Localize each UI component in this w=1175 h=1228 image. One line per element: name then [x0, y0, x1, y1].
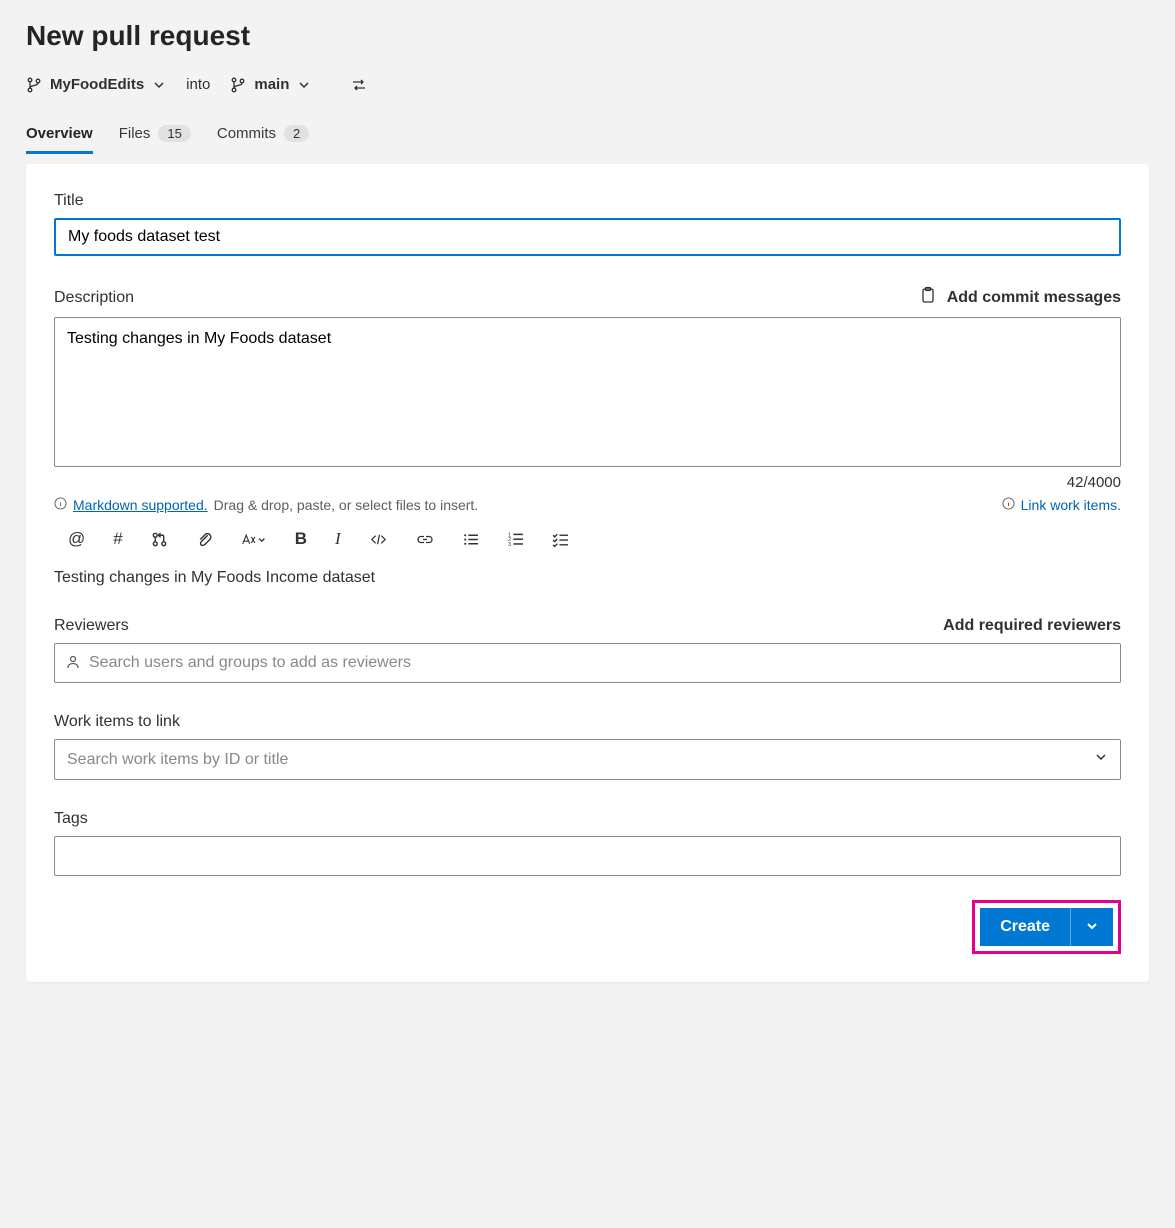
tags-input[interactable] — [54, 836, 1121, 876]
link-work-items-link[interactable]: Link work items. — [1021, 497, 1121, 513]
text-style-icon[interactable] — [241, 531, 267, 548]
svg-text:3: 3 — [508, 541, 511, 547]
clipboard-icon — [919, 286, 937, 309]
title-input[interactable] — [54, 218, 1121, 256]
info-icon — [1002, 497, 1015, 513]
tags-label: Tags — [54, 810, 1121, 828]
work-items-label: Work items to link — [54, 713, 1121, 731]
work-items-placeholder: Search work items by ID or title — [67, 751, 288, 769]
swap-branches-icon[interactable] — [351, 77, 367, 93]
drag-drop-hint: Drag & drop, paste, or select files to i… — [214, 497, 479, 513]
chevron-down-icon — [1094, 750, 1108, 769]
branch-icon — [230, 77, 246, 93]
pr-form-card: Title Description Add commit messages 42… — [26, 164, 1149, 982]
target-branch-picker[interactable]: main — [230, 76, 311, 93]
tab-files[interactable]: Files 15 — [119, 117, 191, 154]
pull-request-icon[interactable] — [151, 531, 168, 548]
description-preview: Testing changes in My Foods Income datas… — [54, 569, 1121, 587]
chevron-down-icon — [1085, 919, 1099, 936]
markdown-supported-link[interactable]: Markdown supported. — [73, 497, 208, 513]
bullet-list-icon[interactable] — [462, 531, 479, 548]
tab-overview[interactable]: Overview — [26, 117, 93, 154]
reviewers-label: Reviewers — [54, 617, 129, 635]
page-title: New pull request — [26, 20, 1149, 52]
bold-icon[interactable]: B — [295, 529, 307, 549]
tab-label: Commits — [217, 125, 276, 142]
add-commit-messages-label: Add commit messages — [947, 289, 1121, 307]
into-label: into — [186, 76, 210, 93]
char-count: 42/4000 — [54, 474, 1121, 491]
editor-toolbar: @ # B I — [54, 529, 1121, 549]
info-icon — [54, 497, 67, 513]
reviewers-input-wrap[interactable] — [54, 643, 1121, 683]
description-textarea[interactable] — [54, 317, 1121, 467]
link-work-items-hint: Link work items. — [1002, 497, 1121, 513]
tab-label: Files — [119, 125, 151, 142]
branch-selector-row: MyFoodEdits into main — [26, 76, 1149, 93]
create-button[interactable]: Create — [980, 908, 1070, 946]
create-button-highlight: Create — [972, 900, 1121, 954]
add-required-reviewers-button[interactable]: Add required reviewers — [943, 617, 1121, 635]
create-dropdown-button[interactable] — [1070, 908, 1113, 946]
task-list-icon[interactable] — [552, 531, 569, 548]
attachment-icon[interactable] — [196, 531, 213, 548]
tab-badge: 2 — [284, 125, 309, 142]
target-branch-name: main — [254, 76, 289, 93]
person-icon — [65, 654, 81, 673]
tab-badge: 15 — [158, 125, 190, 142]
add-commit-messages-button[interactable]: Add commit messages — [919, 286, 1121, 309]
link-icon[interactable] — [416, 531, 434, 548]
mention-icon[interactable]: @ — [68, 529, 85, 549]
chevron-down-icon — [297, 78, 311, 92]
branch-icon — [26, 77, 42, 93]
tab-label: Overview — [26, 125, 93, 142]
reviewers-input[interactable] — [81, 644, 1110, 682]
tabs: Overview Files 15 Commits 2 — [26, 117, 1149, 154]
description-label: Description — [54, 289, 134, 307]
chevron-down-icon — [152, 78, 166, 92]
source-branch-picker[interactable]: MyFoodEdits — [26, 76, 166, 93]
source-branch-name: MyFoodEdits — [50, 76, 144, 93]
work-items-select[interactable]: Search work items by ID or title — [54, 739, 1121, 780]
tab-commits[interactable]: Commits 2 — [217, 117, 309, 154]
title-label: Title — [54, 192, 1121, 210]
markdown-hint: Markdown supported. Drag & drop, paste, … — [54, 497, 478, 513]
code-icon[interactable] — [369, 531, 388, 548]
numbered-list-icon[interactable]: 123 — [507, 531, 524, 548]
italic-icon[interactable]: I — [335, 529, 341, 549]
hash-icon[interactable]: # — [113, 529, 122, 549]
